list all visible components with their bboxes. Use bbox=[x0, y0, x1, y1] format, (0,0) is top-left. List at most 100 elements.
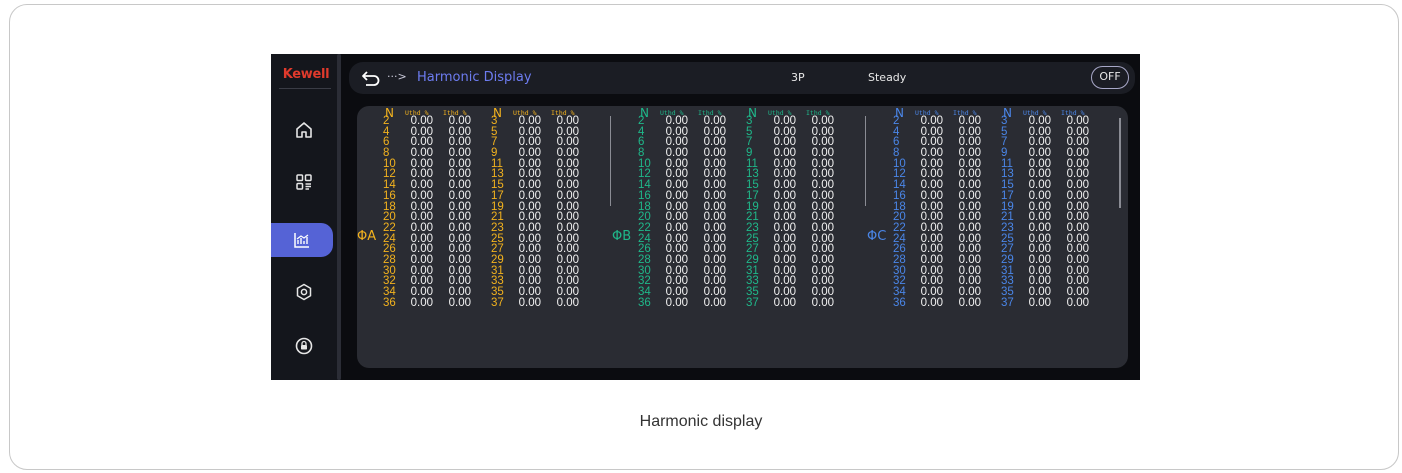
ithd-value: 0.00 bbox=[811, 221, 834, 234]
page-title: Harmonic Display bbox=[417, 70, 532, 85]
uthd-value: 0.00 bbox=[1028, 296, 1051, 309]
uthd-value: 0.00 bbox=[1028, 221, 1051, 234]
ithd-column: 0.00 0.00 0.00 0.00 0.00 0.00 0.00 0.00 0.00 0.00… bbox=[549, 115, 579, 309]
brand-logo: Kewell bbox=[282, 67, 330, 82]
harmonic-table-panel: ΦA N Uthd % Ithd % 2 4 6 8 10 12 14 16 18 20 22 24 26 28 3… bbox=[357, 106, 1128, 368]
uthd-value: 0.00 bbox=[665, 221, 688, 234]
harmonic-order: 16 bbox=[893, 189, 906, 202]
ithd-value: 0.00 bbox=[703, 296, 726, 309]
phase-table-2: ΦC N Uthd % Ithd % 2 4 6 8 10 12 14 16 18 20 22 24 26 28 3… bbox=[867, 106, 1122, 368]
ithd-value: 0.00 bbox=[703, 189, 726, 202]
off-toggle-button[interactable]: OFF bbox=[1091, 66, 1129, 89]
figure-caption: Harmonic display bbox=[639, 413, 763, 430]
ithd-value: 0.00 bbox=[811, 189, 834, 202]
harmonic-order: 22 bbox=[383, 221, 396, 234]
uthd-value: 0.00 bbox=[773, 296, 796, 309]
ithd-value: 0.00 bbox=[448, 296, 471, 309]
phase-separator bbox=[865, 116, 866, 206]
uthd-value: 0.00 bbox=[1028, 189, 1051, 202]
harmonic-order: 16 bbox=[383, 189, 396, 202]
logo-divider bbox=[279, 88, 331, 89]
nav-settings[interactable] bbox=[271, 275, 337, 309]
phase-separator bbox=[610, 116, 611, 206]
measurement-state: Steady bbox=[868, 71, 907, 84]
ithd-column: 0.00 0.00 0.00 0.00 0.00 0.00 0.00 0.00 0.00 0.00… bbox=[1059, 115, 1089, 309]
harmonic-order: 37 bbox=[491, 296, 504, 309]
ithd-column: 0.00 0.00 0.00 0.00 0.00 0.00 0.00 0.00 0.00 0.00… bbox=[804, 115, 834, 309]
uthd-column: 0.00 0.00 0.00 0.00 0.00 0.00 0.00 0.00 0.00 0.00… bbox=[403, 115, 433, 308]
nav-lock[interactable] bbox=[271, 329, 337, 363]
device-screen: Kewell ···> Harmonic Display 3P Steady O… bbox=[271, 54, 1140, 380]
harmonic-order: 36 bbox=[383, 296, 396, 309]
breadcrumb-arrow: ···> bbox=[387, 70, 407, 83]
harmonic-order: 37 bbox=[746, 296, 759, 309]
uthd-value: 0.00 bbox=[920, 189, 943, 202]
uthd-value: 0.00 bbox=[410, 221, 433, 234]
uthd-value: 0.00 bbox=[665, 189, 688, 202]
ithd-column: 0.00 0.00 0.00 0.00 0.00 0.00 0.00 0.00 0.00 0.00… bbox=[696, 115, 726, 309]
uthd-value: 0.00 bbox=[920, 221, 943, 234]
order-column: 3 5 7 9 11 13 15 17 19 21 23 25 27 29 31 33 35 37 bbox=[491, 115, 511, 309]
phase-label: ΦB bbox=[612, 229, 632, 244]
chart-icon bbox=[294, 233, 309, 248]
harmonic-order: 22 bbox=[638, 221, 651, 234]
harmonic-order: 22 bbox=[893, 221, 906, 234]
uthd-column: 0.00 0.00 0.00 0.00 0.00 0.00 0.00 0.00 0.00 0.00… bbox=[913, 115, 943, 309]
nav-apps[interactable] bbox=[271, 165, 337, 199]
scrollbar[interactable] bbox=[1119, 118, 1121, 208]
harmonic-order: 23 bbox=[1001, 221, 1014, 234]
wiring-mode: 3P bbox=[791, 71, 805, 84]
harmonic-order: 16 bbox=[638, 189, 651, 202]
ithd-value: 0.00 bbox=[1066, 189, 1089, 202]
order-column: 3 5 7 9 11 13 15 17 19 21 23 25 27 29 31 33 35 37 bbox=[746, 115, 766, 309]
harmonic-order: 37 bbox=[1001, 296, 1014, 309]
ithd-value: 0.00 bbox=[556, 296, 579, 309]
harmonic-order: 17 bbox=[1001, 189, 1014, 202]
harmonic-order: 23 bbox=[746, 221, 759, 234]
ithd-value: 0.00 bbox=[556, 189, 579, 202]
back-arrow-icon[interactable] bbox=[361, 69, 381, 87]
harmonic-order: 36 bbox=[893, 296, 906, 309]
home-icon bbox=[296, 122, 312, 138]
nav-home[interactable] bbox=[271, 113, 337, 147]
phase-table-1: ΦB N Uthd % Ithd % 2 4 6 8 10 12 14 16 18 20 22 24 26 28 3… bbox=[612, 106, 867, 368]
order-column: 2 4 6 8 10 12 14 16 18 20 22 24 26 28 30 32 34 36 bbox=[383, 115, 403, 309]
harmonic-order: 23 bbox=[491, 221, 504, 234]
phase-table-0: ΦA N Uthd % Ithd % 2 4 6 8 10 12 14 16 18 20 22 24 26 28 3… bbox=[357, 106, 612, 368]
ithd-value: 0.00 bbox=[556, 221, 579, 234]
order-column: 2 4 6 8 10 12 14 16 18 20 22 24 26 28 30 32 34 36 bbox=[893, 115, 913, 309]
sidebar: Kewell bbox=[271, 54, 341, 380]
uthd-column: 0.00 0.00 0.00 0.00 0.00 0.00 0.00 0.00 0.00 0.00… bbox=[1021, 115, 1051, 309]
ithd-value: 0.00 bbox=[958, 221, 981, 234]
uthd-value: 0.00 bbox=[518, 189, 541, 202]
apps-grid-icon bbox=[296, 174, 312, 190]
uthd-column: 0.00 0.00 0.00 0.00 0.00 0.00 0.00 0.00 0.00 0.00… bbox=[511, 115, 541, 308]
nav-harmonic[interactable] bbox=[271, 223, 333, 257]
ithd-value: 0.00 bbox=[811, 296, 834, 309]
harmonic-order: 36 bbox=[638, 296, 651, 309]
ithd-value: 0.00 bbox=[958, 189, 981, 202]
ithd-value: 0.00 bbox=[703, 221, 726, 234]
ithd-column: 0.00 0.00 0.00 0.00 0.00 0.00 0.00 0.00 0.00 0.00… bbox=[951, 115, 981, 309]
settings-hex-icon bbox=[296, 283, 312, 301]
uthd-column: 0.00 0.00 0.00 0.00 0.00 0.00 0.00 0.00 0.00 0.00… bbox=[658, 115, 688, 309]
ithd-value: 0.00 bbox=[1066, 296, 1089, 309]
uthd-value: 0.00 bbox=[518, 221, 541, 234]
phase-label: ΦC bbox=[867, 229, 887, 244]
lock-icon bbox=[295, 337, 313, 355]
ithd-column: 0.00 0.00 0.00 0.00 0.00 0.00 0.00 0.00 0.00 0.00… bbox=[441, 115, 471, 309]
uthd-value: 0.00 bbox=[920, 296, 943, 309]
uthd-value: 0.00 bbox=[773, 221, 796, 234]
phase-label: ΦA bbox=[357, 229, 377, 244]
ithd-value: 0.00 bbox=[958, 296, 981, 309]
sidebar-rail bbox=[337, 54, 341, 380]
harmonic-order: 17 bbox=[746, 189, 759, 202]
uthd-value: 0.00 bbox=[410, 189, 433, 202]
uthd-column: 0.00 0.00 0.00 0.00 0.00 0.00 0.00 0.00 0.00 0.00… bbox=[766, 115, 796, 309]
order-column: 2 4 6 8 10 12 14 16 18 20 22 24 26 28 30 32 34 36 bbox=[638, 115, 658, 309]
ithd-value: 0.00 bbox=[448, 221, 471, 234]
ithd-value: 0.00 bbox=[1066, 221, 1089, 234]
uthd-value: 0.00 bbox=[665, 296, 688, 309]
top-bar: ···> Harmonic Display 3P Steady OFF bbox=[349, 62, 1135, 94]
uthd-value: 0.00 bbox=[773, 189, 796, 202]
